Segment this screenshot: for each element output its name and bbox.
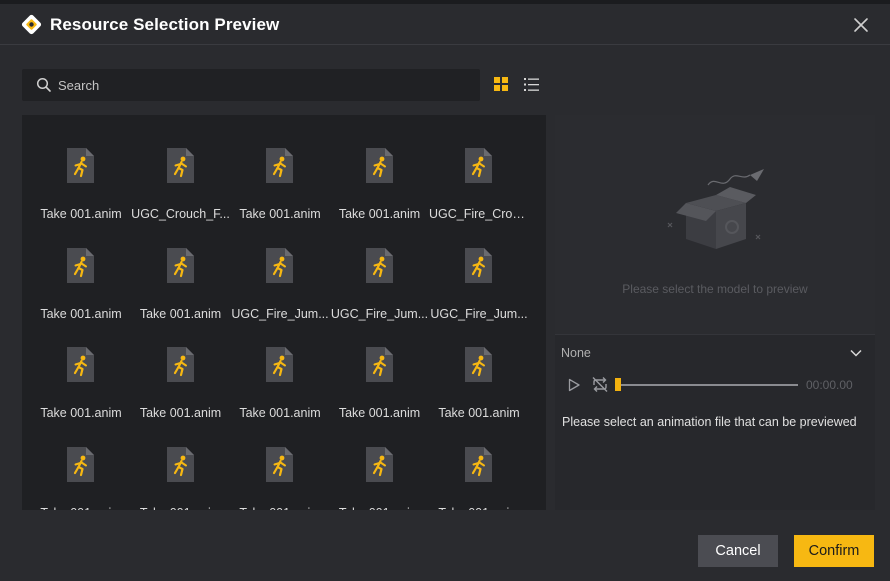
file-name: Take 001.anim — [338, 207, 421, 221]
list-view-icon[interactable] — [523, 76, 540, 93]
search-icon — [36, 77, 51, 92]
app-logo-icon — [21, 14, 42, 35]
file-item[interactable]: Take 001.anim — [230, 420, 330, 511]
loop-off-icon[interactable] — [591, 376, 609, 393]
play-icon[interactable] — [567, 378, 581, 392]
file-item[interactable]: Take 001.anim — [429, 320, 529, 420]
file-name: Take 001.anim — [139, 306, 222, 321]
file-name: Take 001.anim — [239, 406, 321, 420]
file-item[interactable]: Take 001.anim — [230, 320, 330, 420]
file-name: Take 001.anim — [338, 406, 421, 420]
animation-file-icon — [67, 247, 94, 283]
animation-file-icon — [166, 247, 194, 283]
file-item[interactable]: UGC_Crouch_F... — [131, 121, 231, 221]
animation-file-icon — [266, 347, 293, 382]
file-name: Take 001.anim — [31, 506, 131, 511]
file-name: Take 001.anim — [40, 406, 122, 420]
animation-file-icon — [266, 247, 293, 283]
title-bar: Resource Selection Preview — [0, 4, 890, 45]
file-item[interactable]: Take 001.anim — [31, 221, 131, 321]
file-name: Take 001.anim — [230, 506, 330, 511]
window-title: Resource Selection Preview — [50, 15, 280, 34]
close-icon[interactable] — [852, 16, 870, 34]
file-item[interactable]: Take 001.anim — [131, 420, 231, 511]
animation-file-icon — [365, 347, 393, 382]
file-item[interactable]: Take 001.anim — [31, 121, 131, 221]
file-name: UGC_Fire_Jum... — [430, 306, 528, 321]
preview-panel: Please select the model to preview None … — [555, 115, 875, 510]
search-input[interactable] — [58, 69, 468, 101]
file-item[interactable]: UGC_Fire_Jum... — [330, 221, 430, 321]
animation-file-icon — [67, 446, 94, 482]
animation-file-icon — [166, 347, 194, 382]
file-name: Take 001.anim — [330, 506, 430, 511]
file-item[interactable]: Take 001.anim — [330, 420, 430, 511]
animation-file-icon — [365, 148, 393, 183]
model-preview-hint: Please select the model to preview — [622, 282, 808, 296]
file-item[interactable]: Take 001.anim — [131, 221, 231, 321]
animation-file-icon — [465, 247, 492, 283]
animation-file-icon — [67, 148, 94, 183]
file-item[interactable]: Take 001.anim — [429, 420, 529, 511]
animation-file-icon — [67, 347, 94, 382]
timeline-track[interactable] — [617, 384, 798, 386]
confirm-button[interactable]: Confirm — [794, 535, 874, 567]
file-name: Take 001.anim — [131, 506, 231, 511]
animation-file-icon — [266, 148, 293, 183]
file-name: Take 001.anim — [40, 306, 122, 321]
file-grid: Take 001.anim UGC_Crouch_F... Take 001.ani… — [22, 115, 546, 510]
file-name: Take 001.anim — [239, 207, 321, 221]
animation-preview-hint: Please select an animation file that can… — [562, 415, 857, 429]
file-item[interactable]: Take 001.anim — [330, 121, 430, 221]
file-item[interactable]: Take 001.anim — [131, 320, 231, 420]
file-item[interactable]: Take 001.anim — [31, 320, 131, 420]
file-name: Take 001.anim — [429, 506, 529, 511]
timeline-time: 00:00.00 — [806, 378, 853, 392]
file-name: Take 001.anim — [40, 207, 122, 221]
file-name: Take 001.anim — [438, 406, 520, 420]
file-item[interactable]: UGC_Fire_Jum... — [429, 221, 529, 321]
animation-select[interactable]: None — [555, 337, 875, 369]
file-name: Take 001.anim — [139, 406, 222, 420]
search-box — [22, 69, 480, 101]
animation-file-icon — [465, 446, 492, 482]
timeline-thumb[interactable] — [615, 378, 621, 391]
file-name: UGC_Fire_Cros... — [429, 207, 529, 221]
animation-select-value: None — [561, 346, 591, 360]
animation-player: 00:00.00 — [555, 371, 875, 399]
empty-box-icon — [667, 169, 764, 249]
animation-file-icon — [166, 148, 194, 183]
chevron-down-icon — [850, 349, 862, 357]
file-name: UGC_Fire_Jum... — [231, 306, 329, 321]
file-item[interactable]: Take 001.anim — [230, 121, 330, 221]
animation-file-icon — [365, 247, 393, 283]
file-item[interactable]: UGC_Fire_Jum... — [230, 221, 330, 321]
animation-file-icon — [465, 347, 492, 382]
animation-file-icon — [365, 446, 393, 482]
animation-file-icon — [166, 446, 194, 482]
grid-view-icon[interactable] — [493, 76, 510, 93]
file-item[interactable]: Take 001.anim — [330, 320, 430, 420]
file-name: UGC_Fire_Jum... — [330, 306, 429, 321]
file-item[interactable]: Take 001.anim — [31, 420, 131, 511]
animation-file-icon — [266, 446, 293, 482]
file-name: UGC_Crouch_F... — [131, 207, 230, 221]
model-preview-area: Please select the model to preview — [555, 115, 875, 335]
animation-file-icon — [465, 148, 492, 183]
cancel-button[interactable]: Cancel — [698, 535, 778, 567]
file-item[interactable]: UGC_Fire_Cros... — [429, 121, 529, 221]
